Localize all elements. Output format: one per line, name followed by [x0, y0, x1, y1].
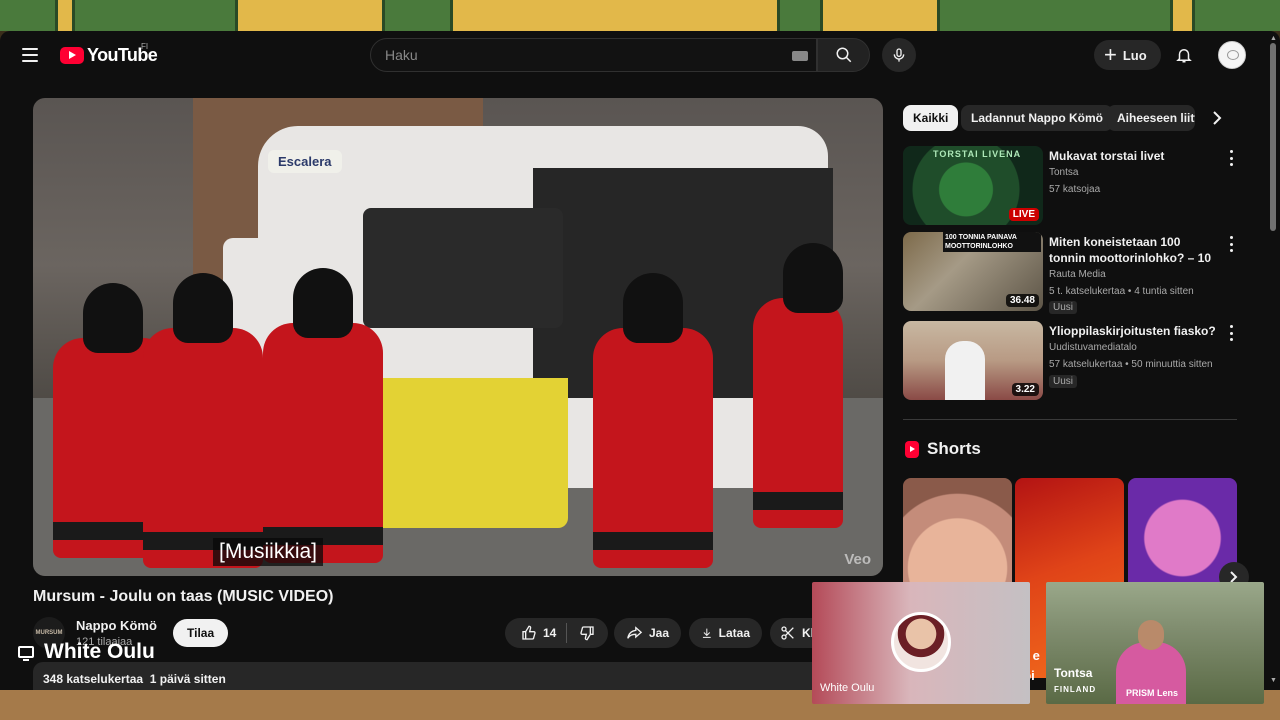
scissors-icon	[781, 626, 794, 640]
create-label: Luo	[1122, 47, 1147, 63]
new-badge: Uusi	[1049, 301, 1078, 314]
page-scrollbar[interactable]	[1270, 43, 1276, 231]
channel-name: Rauta Media	[1049, 269, 1106, 280]
thumbs-down-icon	[580, 626, 595, 641]
cast-label: White Oulu	[44, 640, 155, 663]
participant-video-head	[1138, 620, 1164, 650]
video-thumbnail: 3.22	[903, 321, 1043, 400]
video-meta: 5 t. katselukertaa • 4 tuntia sitten	[1049, 286, 1194, 297]
search-button[interactable]	[817, 38, 870, 72]
youtube-play-icon	[60, 47, 84, 64]
notifications-button[interactable]	[1170, 41, 1198, 69]
voice-search-button[interactable]	[882, 38, 916, 72]
create-button[interactable]: + Luo	[1094, 40, 1161, 70]
thumbnail-text: 100 TONNIA PAINAVA MOOTTORINLOHKO	[943, 232, 1041, 252]
video-title: Mukavat torstai livet	[1049, 149, 1165, 163]
microphone-icon	[893, 48, 905, 62]
like-button[interactable]: 14	[505, 618, 566, 648]
more-options-icon[interactable]	[1225, 325, 1237, 341]
chip-uploaded-by[interactable]: Ladannut Nappo Kömö	[961, 105, 1113, 131]
dislike-button[interactable]	[567, 618, 607, 648]
video-title: Miten koneistetaan 100 tonnin moottorinl…	[1049, 235, 1211, 268]
chip-all[interactable]: Kaikki	[903, 105, 959, 131]
plus-icon: +	[1104, 42, 1117, 67]
santa-figure	[263, 268, 383, 563]
screen-cast-icon	[18, 646, 34, 661]
video-title: Mursum - Joulu on taas (MUSIC VIDEO)	[33, 588, 334, 605]
menu-icon[interactable]	[16, 41, 44, 69]
share-button[interactable]: Jaa	[614, 618, 681, 648]
chevron-right-icon[interactable]	[1206, 107, 1228, 129]
call-participant-tile[interactable]: White Oulu	[812, 582, 1030, 704]
download-icon	[702, 628, 711, 638]
live-badge: LIVE	[1008, 208, 1039, 221]
keyboard-icon[interactable]	[792, 51, 808, 61]
santa-figure	[593, 273, 713, 568]
participant-name: White Oulu	[820, 682, 875, 694]
scroll-down-arrow[interactable]: ▼	[1270, 677, 1277, 684]
video-captions: [Musiikkia]	[213, 538, 324, 566]
desktop-wallpaper-top	[0, 0, 1280, 31]
country-code: FI	[141, 42, 149, 51]
participant-location: FINLAND	[1054, 685, 1097, 694]
thumbs-up-icon	[522, 625, 536, 640]
thumbnail-text: TORSTAI LIVENA	[933, 149, 1022, 159]
shorts-icon	[905, 440, 919, 458]
search-input[interactable]	[371, 39, 816, 71]
duration-badge: 36.48	[1005, 294, 1039, 307]
account-avatar[interactable]	[1218, 41, 1246, 69]
download-button[interactable]: Lataa	[689, 618, 762, 648]
more-options-icon[interactable]	[1225, 150, 1237, 166]
thumbnail-person	[945, 341, 985, 400]
masthead: YouTube FI + Luo	[0, 31, 1280, 79]
van-sign: Escalera	[268, 150, 342, 173]
view-stats: 348 katselukertaa 1 päivä sitten	[43, 672, 226, 686]
van-window	[363, 208, 563, 328]
santa-figure	[143, 273, 263, 568]
search-icon	[836, 47, 851, 63]
description-box[interactable]: 348 katselukertaa 1 päivä sitten	[33, 662, 823, 690]
video-meta: 57 katselukertaa • 50 minuuttia sitten	[1049, 359, 1213, 370]
chip-related[interactable]: Aiheeseen liitt	[1107, 105, 1195, 131]
more-options-icon[interactable]	[1225, 236, 1237, 252]
sidebar-divider	[903, 419, 1237, 420]
subscribe-button[interactable]: Tilaa	[173, 619, 229, 647]
video-title: Ylioppilaskirjoitusten fiasko?	[1049, 324, 1216, 338]
video-meta: 57 katsojaa	[1049, 184, 1101, 195]
channel-name: Tontsa	[1049, 167, 1079, 178]
video-player[interactable]: Escalera [Musiikkia] Veo	[33, 98, 883, 576]
participant-brand: PRISM Lens	[1126, 688, 1179, 698]
like-count: 14	[543, 626, 557, 640]
participant-name: Tontsa	[1054, 666, 1093, 680]
video-watermark: Veo	[844, 551, 871, 568]
call-participant-tile[interactable]: Tontsa FINLAND PRISM Lens	[1046, 582, 1264, 704]
shorts-title: Shorts	[927, 439, 981, 458]
video-thumbnail: TORSTAI LIVENA LIVE	[903, 146, 1043, 225]
share-icon	[627, 626, 643, 639]
shorts-header: Shorts	[905, 439, 981, 459]
view-count: 348 katselukertaa	[43, 672, 144, 686]
santa-figure	[753, 243, 843, 528]
share-label: Jaa	[648, 626, 669, 640]
cast-indicator: White Oulu	[18, 640, 155, 664]
download-label: Lataa	[718, 626, 750, 640]
like-dislike-group: 14	[505, 618, 608, 648]
search-box	[370, 38, 817, 72]
channel-name[interactable]: Nappo Kömö	[76, 618, 157, 633]
channel-name: Uudistuvamediatalo	[1049, 342, 1137, 353]
publish-date: 1 päivä sitten	[149, 672, 226, 686]
list-item[interactable]: TORSTAI LIVENA LIVE Mukavat torstai live…	[903, 146, 1238, 226]
scroll-up-arrow[interactable]: ▲	[1270, 35, 1277, 42]
bell-icon	[1176, 49, 1192, 63]
participant-avatar	[891, 612, 951, 672]
duration-badge: 3.22	[1011, 383, 1039, 396]
video-thumbnail: 100 TONNIA PAINAVA MOOTTORINLOHKO 36.48	[903, 232, 1043, 311]
list-item[interactable]: 3.22 Ylioppilaskirjoitusten fiasko? Uudi…	[903, 321, 1238, 401]
list-item[interactable]: 100 TONNIA PAINAVA MOOTTORINLOHKO 36.48 …	[903, 232, 1238, 314]
new-badge: Uusi	[1049, 375, 1078, 388]
